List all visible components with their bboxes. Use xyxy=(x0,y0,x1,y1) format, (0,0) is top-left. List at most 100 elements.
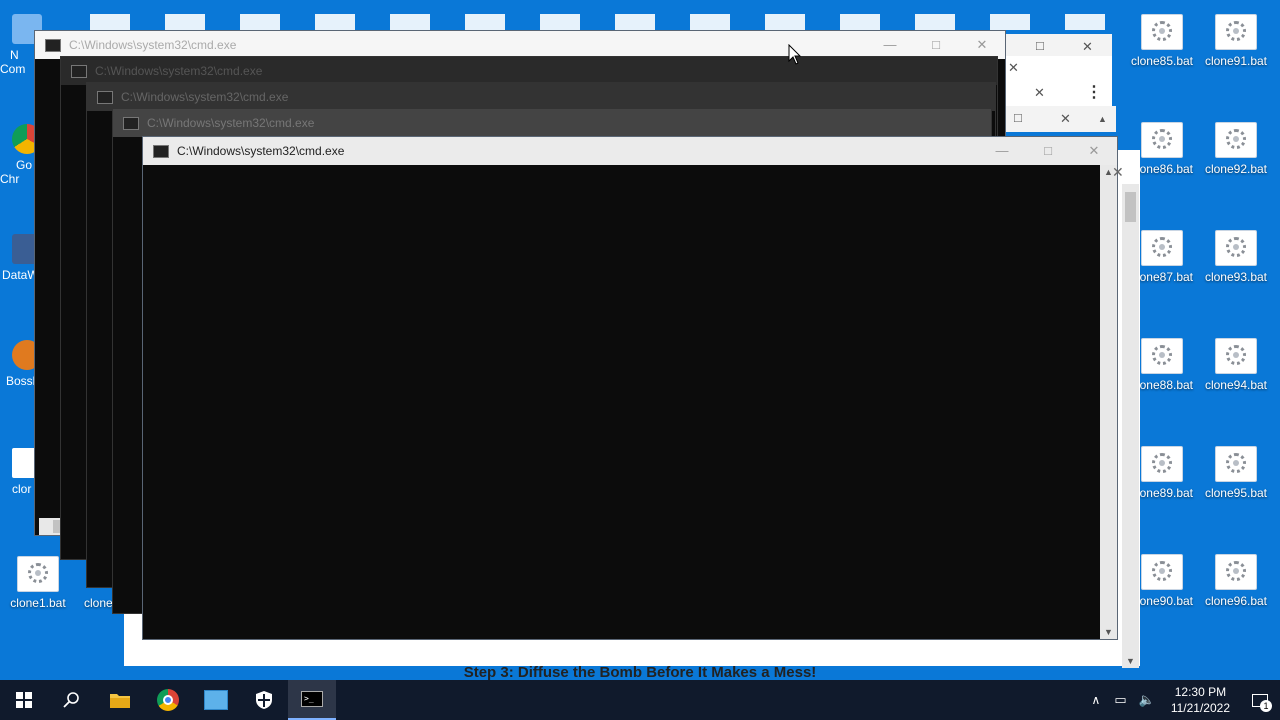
close-icon[interactable]: ✕ xyxy=(1008,60,1019,76)
maximize-button[interactable]: □ xyxy=(1025,137,1071,165)
stacked-window-bar-3: ✕ ⋮ xyxy=(1000,80,1112,106)
close-icon[interactable]: ✕ xyxy=(1112,164,1124,181)
close-button[interactable]: ✕ xyxy=(959,31,1005,59)
desktop-icon-label: clone96.bat xyxy=(1204,594,1268,608)
search-icon xyxy=(63,692,79,708)
batch-file-icon xyxy=(1141,122,1183,158)
left-icon-label: N Com xyxy=(0,48,26,76)
cmd-icon xyxy=(71,64,87,78)
scroll-up-icon[interactable]: ▲ xyxy=(1098,114,1107,124)
batch-file-icon xyxy=(1141,554,1183,590)
desktop-icon-clone92[interactable]: clone92.bat xyxy=(1198,122,1274,176)
close-icon[interactable]: ✕ xyxy=(1082,39,1093,55)
cmd-icon xyxy=(97,90,113,104)
window-title: C:\Windows\system32\cmd.exe xyxy=(121,90,289,104)
desktop-icon-label: clone95.bat xyxy=(1204,486,1268,500)
app-icon xyxy=(204,690,228,710)
cmd-window-front[interactable]: C:\Windows\system32\cmd.exe — □ ✕ ▲ ▼ xyxy=(142,136,1118,640)
clock[interactable]: 12:30 PM 11/21/2022 xyxy=(1171,684,1230,716)
desktop-icon-label: clone92.bat xyxy=(1204,162,1268,176)
mouse-cursor-icon xyxy=(788,44,802,65)
stacked-window-bar-2: ✕ t xyxy=(1000,56,1112,82)
system-tray: ∧ ▭ 🔈 12:30 PM 11/21/2022 1 xyxy=(1084,680,1280,720)
close-button[interactable]: ✕ xyxy=(1071,137,1117,165)
cmd-icon xyxy=(123,116,139,130)
desktop-icon-clone95[interactable]: clone95.bat xyxy=(1198,446,1274,500)
window-title: C:\Windows\system32\cmd.exe xyxy=(69,38,237,52)
partial-icon-label: t xyxy=(1106,60,1110,74)
start-button[interactable] xyxy=(0,680,48,720)
security-button[interactable] xyxy=(240,680,288,720)
batch-file-icon xyxy=(1141,14,1183,50)
more-options-icon[interactable]: ⋮ xyxy=(1086,82,1102,102)
batch-file-icon xyxy=(1141,338,1183,374)
close-icon[interactable]: ✕ xyxy=(1034,85,1045,101)
minimize-button[interactable]: — xyxy=(979,137,1025,165)
chrome-icon xyxy=(157,689,179,711)
cmd-icon: >_ xyxy=(301,691,323,707)
desktop-icon-clone91[interactable]: clone91.bat xyxy=(1198,14,1274,68)
stacked-window-bar-4: □ ✕ ▲ xyxy=(1000,106,1116,132)
chevron-up-icon[interactable]: ∧ xyxy=(1092,693,1101,707)
chrome-button[interactable] xyxy=(144,680,192,720)
desktop-icon-label: clone93.bat xyxy=(1204,270,1268,284)
maximize-button[interactable]: □ xyxy=(913,31,959,59)
cmd-titlebar[interactable]: C:\Windows\system32\cmd.exe xyxy=(113,109,991,137)
cmd-icon xyxy=(153,144,169,158)
file-explorer-button[interactable] xyxy=(96,680,144,720)
minimize-button[interactable]: — xyxy=(867,31,913,59)
folder-icon xyxy=(110,694,130,708)
vertical-scrollbar-outer[interactable]: ▼ xyxy=(1122,184,1139,668)
desktop-icon-clone1[interactable]: clone1.bat xyxy=(0,556,76,610)
batch-file-icon xyxy=(1215,14,1257,50)
left-icon-label: Bossl xyxy=(6,374,36,388)
close-icon[interactable]: ✕ xyxy=(1060,111,1071,127)
window-controls: — □ ✕ xyxy=(867,31,1005,59)
shield-icon xyxy=(256,691,272,709)
top-icon-strip xyxy=(90,14,1120,30)
batch-file-icon xyxy=(17,556,59,592)
maximize-icon[interactable]: □ xyxy=(1036,38,1044,53)
search-button[interactable] xyxy=(48,680,96,720)
desktop: N Com Go Chr DataW Bossl clor clone1.bat… xyxy=(0,0,1280,680)
cmd-taskbar-button[interactable]: >_ xyxy=(288,680,336,720)
notification-badge: 1 xyxy=(1260,700,1272,712)
cmd-titlebar[interactable]: C:\Windows\system32\cmd.exe — □ ✕ xyxy=(35,31,1005,59)
scroll-down-icon[interactable]: ▼ xyxy=(1104,627,1113,637)
notification-icon[interactable]: 1 xyxy=(1240,680,1280,720)
desktop-icon-label: clone94.bat xyxy=(1204,378,1268,392)
windows-icon xyxy=(16,692,32,708)
desktop-icon-clone94[interactable]: clone94.bat xyxy=(1198,338,1274,392)
clock-date: 11/21/2022 xyxy=(1170,701,1230,715)
volume-icon[interactable]: 🔈 xyxy=(1139,692,1155,708)
batch-file-icon xyxy=(1215,554,1257,590)
window-title: C:\Windows\system32\cmd.exe xyxy=(95,64,263,78)
banner-text: Step 3: Diffuse the Bomb Before It Makes… xyxy=(463,664,817,681)
desktop-icon-label: clone91.bat xyxy=(1204,54,1268,68)
scroll-thumb[interactable] xyxy=(1125,192,1136,222)
network-icon[interactable]: ▭ xyxy=(1114,692,1126,708)
desktop-icon-label: clone1.bat xyxy=(10,596,66,610)
desktop-icon-clone96[interactable]: clone96.bat xyxy=(1198,554,1274,608)
left-icon-label: clor xyxy=(12,482,32,496)
control-panel-button[interactable] xyxy=(192,680,240,720)
batch-file-icon xyxy=(1141,446,1183,482)
batch-file-icon xyxy=(1215,230,1257,266)
batch-file-icon xyxy=(1215,122,1257,158)
desktop-icon-label: clone xyxy=(84,596,112,610)
window-title: C:\Windows\system32\cmd.exe xyxy=(147,116,315,130)
vertical-scrollbar[interactable]: ▲ ▼ xyxy=(1100,165,1117,639)
batch-file-icon xyxy=(1215,338,1257,374)
taskbar: >_ ∧ ▭ 🔈 12:30 PM 11/21/2022 1 xyxy=(0,680,1280,720)
cmd-titlebar[interactable]: C:\Windows\system32\cmd.exe xyxy=(61,57,997,85)
cmd-icon xyxy=(45,38,61,52)
batch-file-icon xyxy=(1215,446,1257,482)
desktop-icon-label: clone85.bat xyxy=(1130,54,1194,68)
batch-file-icon xyxy=(1141,230,1183,266)
cmd-titlebar[interactable]: C:\Windows\system32\cmd.exe xyxy=(87,83,995,111)
desktop-icon-clone85[interactable]: clone85.bat xyxy=(1124,14,1200,68)
cmd-titlebar[interactable]: C:\Windows\system32\cmd.exe — □ ✕ xyxy=(143,137,1117,165)
maximize-icon[interactable]: □ xyxy=(1014,110,1022,125)
desktop-icon-clone93[interactable]: clone93.bat xyxy=(1198,230,1274,284)
window-title: C:\Windows\system32\cmd.exe xyxy=(177,144,345,158)
